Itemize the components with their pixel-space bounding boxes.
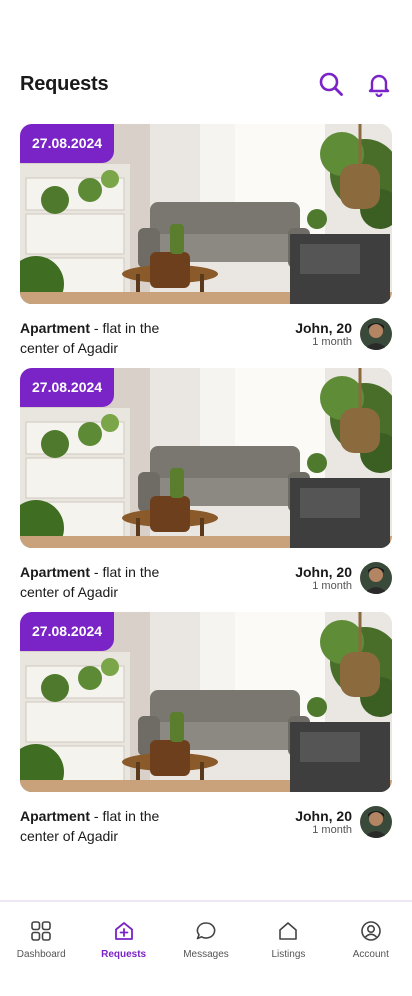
owner[interactable]: John, 20 1 month (295, 318, 392, 350)
app-header: Requests (20, 66, 392, 102)
header-actions (318, 71, 392, 97)
date-badge: 27.08.2024 (20, 612, 115, 651)
listing-type: Apartment (20, 564, 91, 580)
request-card[interactable]: 27.08.2024 Apartment - flat in the cente… (20, 368, 392, 602)
owner-text: John, 20 1 month (295, 564, 352, 592)
listing-description: Apartment - flat in the center of Agadir (20, 562, 190, 602)
bell-icon (368, 74, 390, 97)
separator: - (90, 808, 103, 824)
owner[interactable]: John, 20 1 month (295, 806, 392, 838)
avatar (360, 806, 392, 838)
tab-account[interactable]: Account (330, 902, 412, 996)
card-info: Apartment - flat in the center of Agadir… (20, 562, 392, 602)
chat-icon (196, 922, 216, 940)
tab-label: Listings (271, 949, 306, 960)
listing-description: Apartment - flat in the center of Agadir (20, 318, 190, 358)
card-info: Apartment - flat in the center of Agadir… (20, 806, 392, 846)
stay-duration: 1 month (312, 580, 352, 592)
request-card[interactable]: 27.08.2024 Apartment - flat in the cente… (20, 124, 392, 358)
home-plus-icon (114, 922, 133, 940)
tab-dashboard[interactable]: Dashboard (0, 902, 82, 996)
listing-image: 27.08.2024 (20, 124, 392, 304)
card-info: Apartment - flat in the center of Agadir… (20, 318, 392, 358)
search-icon (319, 72, 343, 96)
listing-image: 27.08.2024 (20, 368, 392, 548)
tab-listings[interactable]: Listings (247, 902, 329, 996)
tab-requests[interactable]: Requests (82, 902, 164, 996)
page-title: Requests (20, 72, 109, 95)
owner-name: John, 20 (295, 808, 352, 824)
tab-label: Requests (101, 949, 147, 960)
house-icon (279, 922, 298, 940)
listing-description: Apartment - flat in the center of Agadir (20, 806, 190, 846)
tab-label: Dashboard (16, 949, 66, 960)
separator: - (90, 564, 103, 580)
request-card[interactable]: 27.08.2024 Apartment - flat in the cente… (20, 612, 392, 846)
listing-type: Apartment (20, 320, 91, 336)
owner-name: John, 20 (295, 320, 352, 336)
date-badge: 27.08.2024 (20, 368, 115, 407)
tab-messages[interactable]: Messages (165, 902, 247, 996)
separator: - (90, 320, 103, 336)
avatar (360, 562, 392, 594)
owner-name: John, 20 (295, 564, 352, 580)
listing-type: Apartment (20, 808, 91, 824)
date-badge: 27.08.2024 (20, 124, 115, 163)
user-circle-icon (361, 921, 381, 941)
owner-text: John, 20 1 month (295, 320, 352, 348)
stay-duration: 1 month (312, 824, 352, 836)
grid-icon (31, 921, 52, 941)
owner-text: John, 20 1 month (295, 808, 352, 836)
listing-image: 27.08.2024 (20, 612, 392, 792)
tab-label: Account (352, 949, 389, 960)
bottom-nav: Dashboard Requests Messages Listings Acc… (0, 900, 412, 996)
notifications-button[interactable] (366, 71, 392, 97)
owner[interactable]: John, 20 1 month (295, 562, 392, 594)
avatar (360, 318, 392, 350)
tab-label: Messages (183, 949, 229, 960)
search-button[interactable] (318, 71, 344, 97)
stay-duration: 1 month (312, 336, 352, 348)
